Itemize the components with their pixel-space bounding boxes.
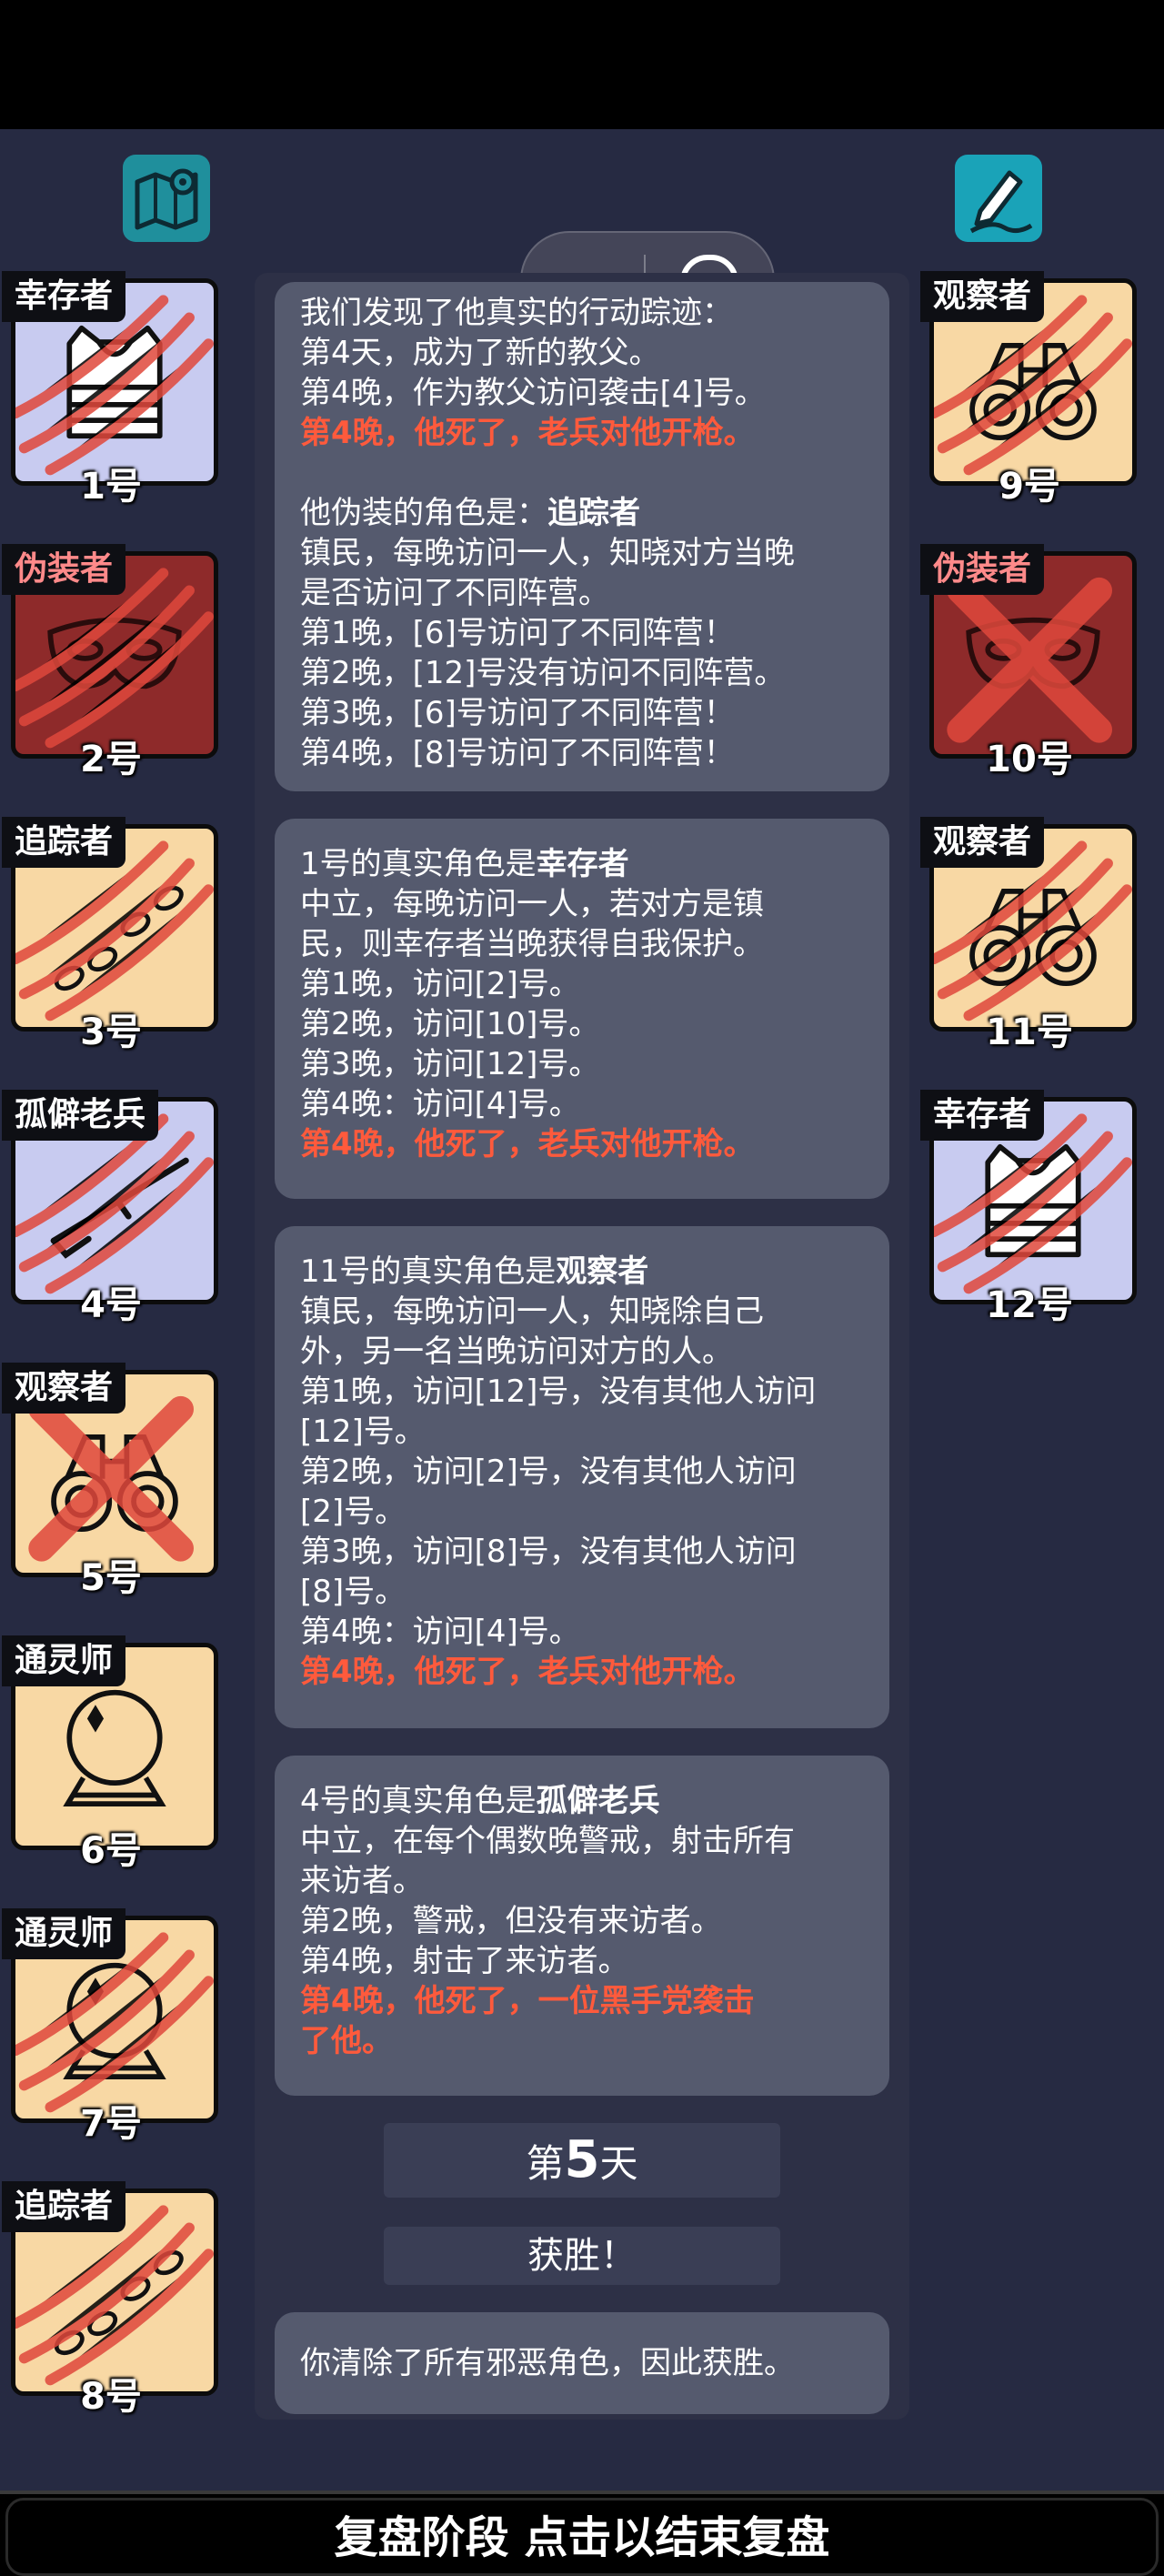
player-role-label: 追踪者 <box>2 2181 126 2232</box>
player-role-label: 追踪者 <box>2 817 126 868</box>
log-line: 第3晚，访问[8]号，没有其他人访问 <box>300 1534 797 1570</box>
player-role-label: 幸存者 <box>2 271 126 322</box>
log-line: 他伪装的角色是：追踪者 <box>300 493 864 533</box>
player-card[interactable]: 幸存者 12号 <box>920 1090 1139 1326</box>
log-line: 第4天，成为了新的教父。 <box>300 335 660 371</box>
player-role-label: 孤僻老兵 <box>2 1090 159 1141</box>
player-card[interactable]: 观察者 5号 <box>2 1363 220 1599</box>
log-line: 镇民，每晚访问一人，知晓除自己 <box>300 1293 764 1330</box>
log-line: 中立，每晚访问一人，若对方是镇 <box>300 886 764 922</box>
log-line: 中立，在每个偶数晚警戒，射击所有 <box>300 1823 795 1859</box>
true-role: 观察者 <box>556 1253 649 1290</box>
player-number: 12号 <box>986 1284 1073 1326</box>
log-line: 第4晚，射击了来访者。 <box>300 1943 629 1979</box>
player-card[interactable]: 观察者 9号 <box>920 271 1139 508</box>
log-line: 第4晚，[8]号访问了不同阵营！ <box>300 735 735 771</box>
player-role-label: 幸存者 <box>920 1090 1045 1141</box>
player-card[interactable]: 追踪者 3号 <box>2 817 220 1053</box>
log-line: 第3晚，[6]号访问了不同阵营！ <box>300 695 735 731</box>
player-role-label: 伪装者 <box>2 544 126 595</box>
log-line: 第2晚，访问[2]号，没有其他人访问 <box>300 1454 797 1490</box>
log-label: 他伪装的角色是： <box>300 495 547 531</box>
log-line: 第4晚：访问[4]号。 <box>300 1614 580 1650</box>
player-number: 8号 <box>80 2376 142 2418</box>
log-line: 第2晚，访问[10]号。 <box>300 1006 600 1042</box>
true-role: 幸存者 <box>536 846 629 882</box>
log-line: 11号的真实角色是观察者 <box>300 1252 864 1292</box>
log-line: 第1晚，访问[12]号，没有其他人访问 <box>300 1374 817 1410</box>
map-icon <box>135 168 198 230</box>
player-card[interactable]: 观察者 11号 <box>920 817 1139 1053</box>
player-card[interactable]: 通灵师 7号 <box>2 1908 220 2145</box>
log-line: 第1晚，访问[2]号。 <box>300 966 580 1002</box>
player-role-label: 观察者 <box>920 271 1045 322</box>
death-line: 第4晚，他死了，老兵对他开枪。 <box>300 415 755 451</box>
player-number: 6号 <box>80 1830 142 1872</box>
player-card[interactable]: 幸存者 1号 <box>2 271 220 508</box>
player-card[interactable]: 追踪者 8号 <box>2 2181 220 2418</box>
top-status-bar <box>0 0 1164 129</box>
player-role-label: 通灵师 <box>2 1635 126 1686</box>
log-label: 1号的真实角色是 <box>300 846 537 882</box>
player-number: 7号 <box>80 2103 142 2145</box>
player-role-label: 通灵师 <box>2 1908 126 1959</box>
victory-message: 你清除了所有邪恶角色，因此获胜。 <box>275 2312 889 2414</box>
disguise-role: 追踪者 <box>547 495 640 531</box>
log-line: 4号的真实角色是孤僻老兵 <box>300 1781 864 1821</box>
log-line: 第3晚，访问[12]号。 <box>300 1046 600 1082</box>
end-review-label: 复盘阶段 点击以结束复盘 <box>334 2512 830 2563</box>
log-line: [12]号。 <box>300 1414 426 1450</box>
log-line: 第4晚：访问[4]号。 <box>300 1086 580 1122</box>
player-number: 11号 <box>986 1011 1073 1053</box>
player-number: 3号 <box>80 1011 142 1053</box>
log-line: 民，则幸存者当晚获得自我保护。 <box>300 926 764 962</box>
log-line: 第2晚，[12]号没有访问不同阵营。 <box>300 655 786 691</box>
log-line: 你清除了所有邪恶角色，因此获胜。 <box>300 2345 795 2381</box>
log-entry-player-4: 4号的真实角色是孤僻老兵 中立，在每个偶数晚警戒，射击所有 来访者。 第2晚，警… <box>275 1756 889 2096</box>
player-role-label: 观察者 <box>920 817 1045 868</box>
player-number: 9号 <box>998 466 1060 508</box>
map-button[interactable] <box>123 155 210 242</box>
log-line: 第4晚，作为教父访问袭击[4]号。 <box>300 375 766 411</box>
log-entry-player-11: 11号的真实角色是观察者 镇民，每晚访问一人，知晓除自己 外，另一名当晚访问对方… <box>275 1226 889 1728</box>
true-role: 孤僻老兵 <box>536 1783 660 1819</box>
player-card[interactable]: 孤僻老兵 4号 <box>2 1090 220 1326</box>
player-number: 1号 <box>80 466 142 508</box>
log-line: 外，另一名当晚访问对方的人。 <box>300 1333 733 1370</box>
death-line: 第4晚，他死了，老兵对他开枪。 <box>300 1654 755 1690</box>
log-line: 第1晚，[6]号访问了不同阵营！ <box>300 615 735 651</box>
player-role-label: 观察者 <box>2 1363 126 1414</box>
player-number: 10号 <box>986 739 1073 780</box>
day-suffix: 天 <box>599 2141 638 2186</box>
death-line: 了他。 <box>300 2023 393 2059</box>
death-line: 第4晚，他死了，老兵对他开枪。 <box>300 1126 755 1162</box>
log-line: 是否访问了不同阵营。 <box>300 575 609 611</box>
log-line: 第2晚，警戒，但没有来访者。 <box>300 1903 722 1939</box>
log-label: 11号的真实角色是 <box>300 1253 557 1290</box>
log-line: 镇民，每晚访问一人，知晓对方当晚 <box>300 535 795 571</box>
log-entry-player-1: 1号的真实角色是幸存者 中立，每晚访问一人，若对方是镇 民，则幸存者当晚获得自我… <box>275 819 889 1199</box>
log-line: [2]号。 <box>300 1494 406 1530</box>
player-card[interactable]: 伪装者 10号 <box>920 544 1139 780</box>
pen-icon <box>969 170 1033 234</box>
day-prefix: 第 <box>526 2141 565 2186</box>
death-line: 第4晚，他死了，一位黑手党袭击 <box>300 1983 755 2019</box>
day-header: 第5天 <box>384 2123 780 2198</box>
player-number: 4号 <box>80 1284 142 1326</box>
end-review-button[interactable]: 复盘阶段 点击以结束复盘 <box>0 2490 1164 2576</box>
player-number: 5号 <box>80 1557 142 1599</box>
victory-header: 获胜！ <box>384 2227 780 2285</box>
player-card[interactable]: 通灵师 6号 <box>2 1635 220 1872</box>
player-number: 2号 <box>80 739 142 780</box>
notes-button[interactable] <box>955 155 1042 242</box>
log-line: [8]号。 <box>300 1574 406 1610</box>
log-label: 4号的真实角色是 <box>300 1783 537 1819</box>
player-card[interactable]: 伪装者 2号 <box>2 544 220 780</box>
log-entry-disguiser: 我们发现了他真实的行动踪迹： 第4天，成为了新的教父。 第4晚，作为教父访问袭击… <box>275 282 889 791</box>
log-line: 1号的真实角色是幸存者 <box>300 844 864 884</box>
day-number: 5 <box>564 2130 600 2189</box>
player-role-label: 伪装者 <box>920 544 1045 595</box>
log-line: 来访者。 <box>300 1863 424 1899</box>
log-line: 我们发现了他真实的行动踪迹： <box>300 295 733 331</box>
